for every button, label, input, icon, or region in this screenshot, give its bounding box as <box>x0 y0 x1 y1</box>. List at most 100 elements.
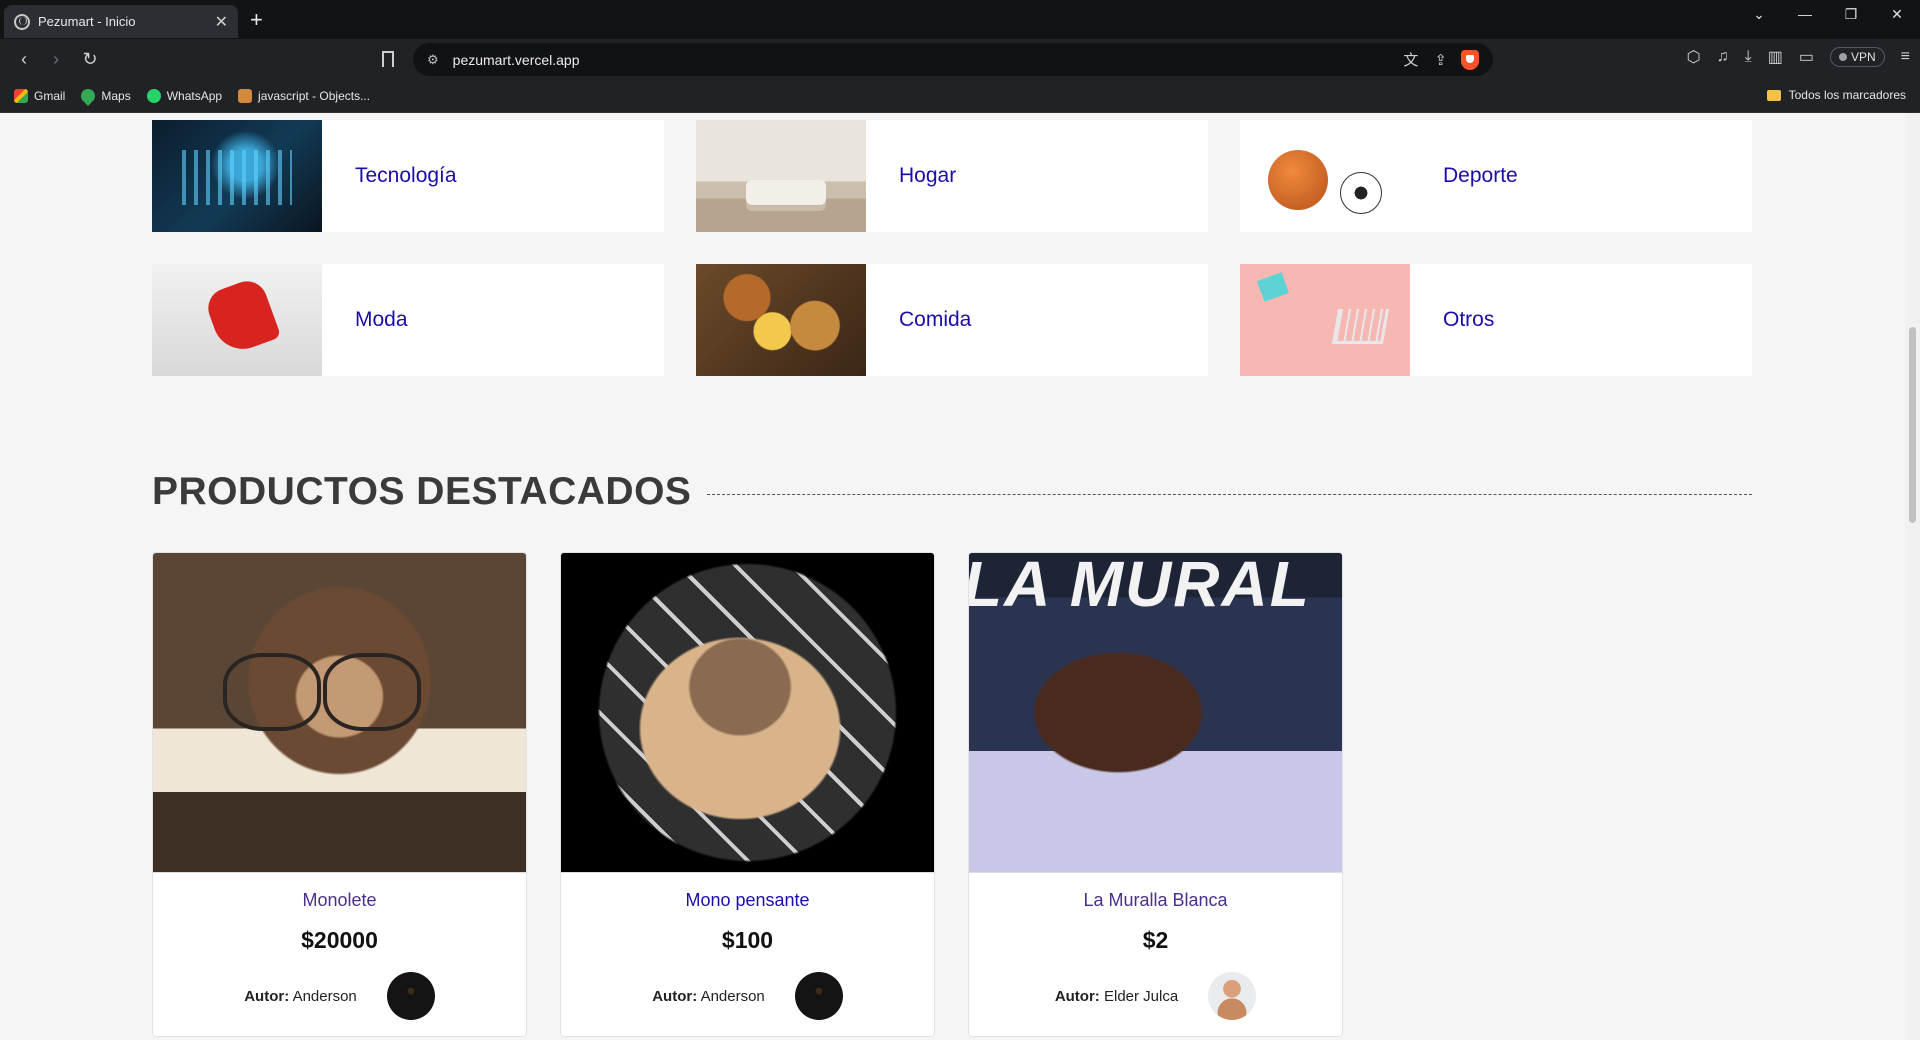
category-label[interactable]: Tecnología <box>355 164 457 188</box>
category-image <box>1240 120 1410 232</box>
reload-icon[interactable]: ↻ <box>78 47 102 71</box>
avatar <box>386 972 435 1020</box>
category-label[interactable]: Deporte <box>1443 164 1518 188</box>
folder-label: Todos los marcadores <box>1788 88 1906 102</box>
share-icon[interactable]: ⇪ <box>1434 51 1447 69</box>
product-price: $2 <box>1142 927 1169 953</box>
whatsapp-icon <box>146 89 161 103</box>
category-label[interactable]: Hogar <box>899 164 956 188</box>
product-grid: Monolete $20000 Autor: Anderson Mono pen… <box>152 552 1343 1037</box>
sidebar-icon[interactable]: ▥ <box>1768 47 1783 67</box>
bookmark-maps[interactable]: Maps <box>78 86 131 106</box>
page-scrollbar[interactable] <box>1905 113 1920 1040</box>
minimize-icon[interactable]: — <box>1782 0 1828 30</box>
vpn-button[interactable]: VPN <box>1829 47 1885 67</box>
scrollbar-thumb[interactable] <box>1909 327 1916 523</box>
translate-icon[interactable]: 文 <box>1403 49 1418 70</box>
bookmark-gmail[interactable]: Gmail <box>14 89 65 103</box>
browser-toolbar: ‹ › ↻ ⚙ pezumart.vercel.app 文 ⇪ ⬡ ♫ ⤓ ▥ … <box>0 39 1920 80</box>
menu-icon[interactable]: ≡ <box>1901 48 1910 66</box>
bookmarks-bar: Gmail Maps WhatsApp javascript - Objects… <box>0 80 1920 113</box>
vpn-label: VPN <box>1850 50 1876 64</box>
tab-title: Pezumart - Inicio <box>38 14 136 29</box>
category-card-deporte[interactable]: Deporte <box>1240 120 1752 232</box>
category-image <box>1240 264 1410 376</box>
author-name: Anderson <box>700 987 765 1005</box>
gmail-icon <box>14 89 28 103</box>
bookmark-icon[interactable] <box>382 51 394 67</box>
bookmark-label: Maps <box>101 89 131 103</box>
close-window-icon[interactable]: ✕ <box>1874 0 1920 30</box>
bookmark-label: Gmail <box>34 89 66 103</box>
product-name[interactable]: Mono pensante <box>561 890 934 911</box>
page-viewport: Tecnología Hogar Deporte Moda Comida Otr… <box>0 113 1905 1040</box>
product-author: Autor: Anderson <box>561 972 934 1020</box>
author-text: Autor: Elder Julca <box>1055 988 1178 1005</box>
category-image <box>152 264 322 376</box>
category-image <box>152 120 322 232</box>
author-prefix: Autor: <box>652 987 698 1005</box>
all-bookmarks-folder[interactable]: Todos los marcadores <box>1766 88 1906 102</box>
category-card-moda[interactable]: Moda <box>152 264 664 376</box>
tab-strip: Pezumart - Inicio ✕ + ⌄ — ❐ ✕ <box>0 0 1920 39</box>
image-banner-text: LA MURAL <box>969 553 1311 620</box>
product-price: $20000 <box>301 927 378 953</box>
stackoverflow-icon <box>238 89 253 103</box>
product-image[interactable]: LA MURAL <box>969 553 1342 873</box>
toolbar-actions: ⬡ ♫ ⤓ ▥ ▭ VPN ≡ <box>1687 47 1910 67</box>
product-price: $100 <box>721 927 774 953</box>
author-prefix: Autor: <box>1054 987 1100 1005</box>
vpn-status-icon <box>1838 53 1847 61</box>
product-card[interactable]: Monolete $20000 Autor: Anderson <box>152 552 527 1037</box>
section-title: PRODUCTOS DESTACADOS <box>152 470 692 513</box>
extensions-icon[interactable]: ⬡ <box>1687 47 1701 67</box>
tab-close-icon[interactable]: ✕ <box>215 12 228 32</box>
active-tab[interactable]: Pezumart - Inicio ✕ <box>4 5 238 38</box>
product-card[interactable]: Mono pensante $100 Autor: Anderson <box>560 552 935 1037</box>
section-divider <box>707 493 1752 495</box>
product-name[interactable]: Monolete <box>153 890 526 911</box>
category-card-tecnologia[interactable]: Tecnología <box>152 120 664 232</box>
bookmark-whatsapp[interactable]: WhatsApp <box>146 89 223 103</box>
wallet-icon[interactable]: ▭ <box>1799 47 1814 67</box>
category-label[interactable]: Moda <box>355 308 408 332</box>
product-image[interactable] <box>561 553 934 873</box>
author-name: Elder Julca <box>1103 987 1179 1005</box>
media-icon[interactable]: ♫ <box>1717 48 1729 66</box>
tab-search-icon[interactable]: ⌄ <box>1736 0 1782 30</box>
category-card-otros[interactable]: Otros <box>1240 264 1752 376</box>
site-info-icon[interactable]: ⚙ <box>427 52 439 68</box>
folder-icon <box>1766 89 1781 101</box>
new-tab-icon[interactable]: + <box>250 7 263 33</box>
product-card[interactable]: LA MURAL La Muralla Blanca $2 Autor: Eld… <box>968 552 1343 1037</box>
category-card-hogar[interactable]: Hogar <box>696 120 1208 232</box>
bookmark-javascript[interactable]: javascript - Objects... <box>238 89 370 103</box>
category-image <box>696 264 866 376</box>
globe-icon <box>14 13 30 30</box>
category-image <box>696 120 866 232</box>
product-image[interactable] <box>153 553 526 873</box>
product-author: Autor: Anderson <box>153 972 526 1020</box>
maps-icon <box>78 86 99 106</box>
avatar <box>794 972 843 1020</box>
forward-icon[interactable]: › <box>44 47 68 71</box>
category-card-comida[interactable]: Comida <box>696 264 1208 376</box>
downloads-icon[interactable]: ⤓ <box>1745 48 1752 66</box>
category-grid: Tecnología Hogar Deporte Moda Comida Otr… <box>152 120 1752 376</box>
author-text: Autor: Anderson <box>244 988 357 1005</box>
url-text[interactable]: pezumart.vercel.app <box>453 52 1388 68</box>
address-bar[interactable]: ⚙ pezumart.vercel.app 文 ⇪ <box>413 43 1493 76</box>
back-icon[interactable]: ‹ <box>12 47 36 71</box>
featured-section-header: PRODUCTOS DESTACADOS <box>152 470 1752 514</box>
avatar <box>1208 972 1257 1020</box>
category-label[interactable]: Otros <box>1443 308 1494 332</box>
author-text: Autor: Anderson <box>652 988 765 1005</box>
product-name[interactable]: La Muralla Blanca <box>969 890 1342 911</box>
product-author: Autor: Elder Julca <box>969 972 1342 1020</box>
restore-icon[interactable]: ❐ <box>1828 0 1874 30</box>
category-label[interactable]: Comida <box>899 308 971 332</box>
bookmark-label: javascript - Objects... <box>258 89 371 103</box>
author-prefix: Autor: <box>244 987 290 1005</box>
brave-shields-icon[interactable] <box>1461 49 1479 70</box>
bookmark-label: WhatsApp <box>166 89 223 103</box>
